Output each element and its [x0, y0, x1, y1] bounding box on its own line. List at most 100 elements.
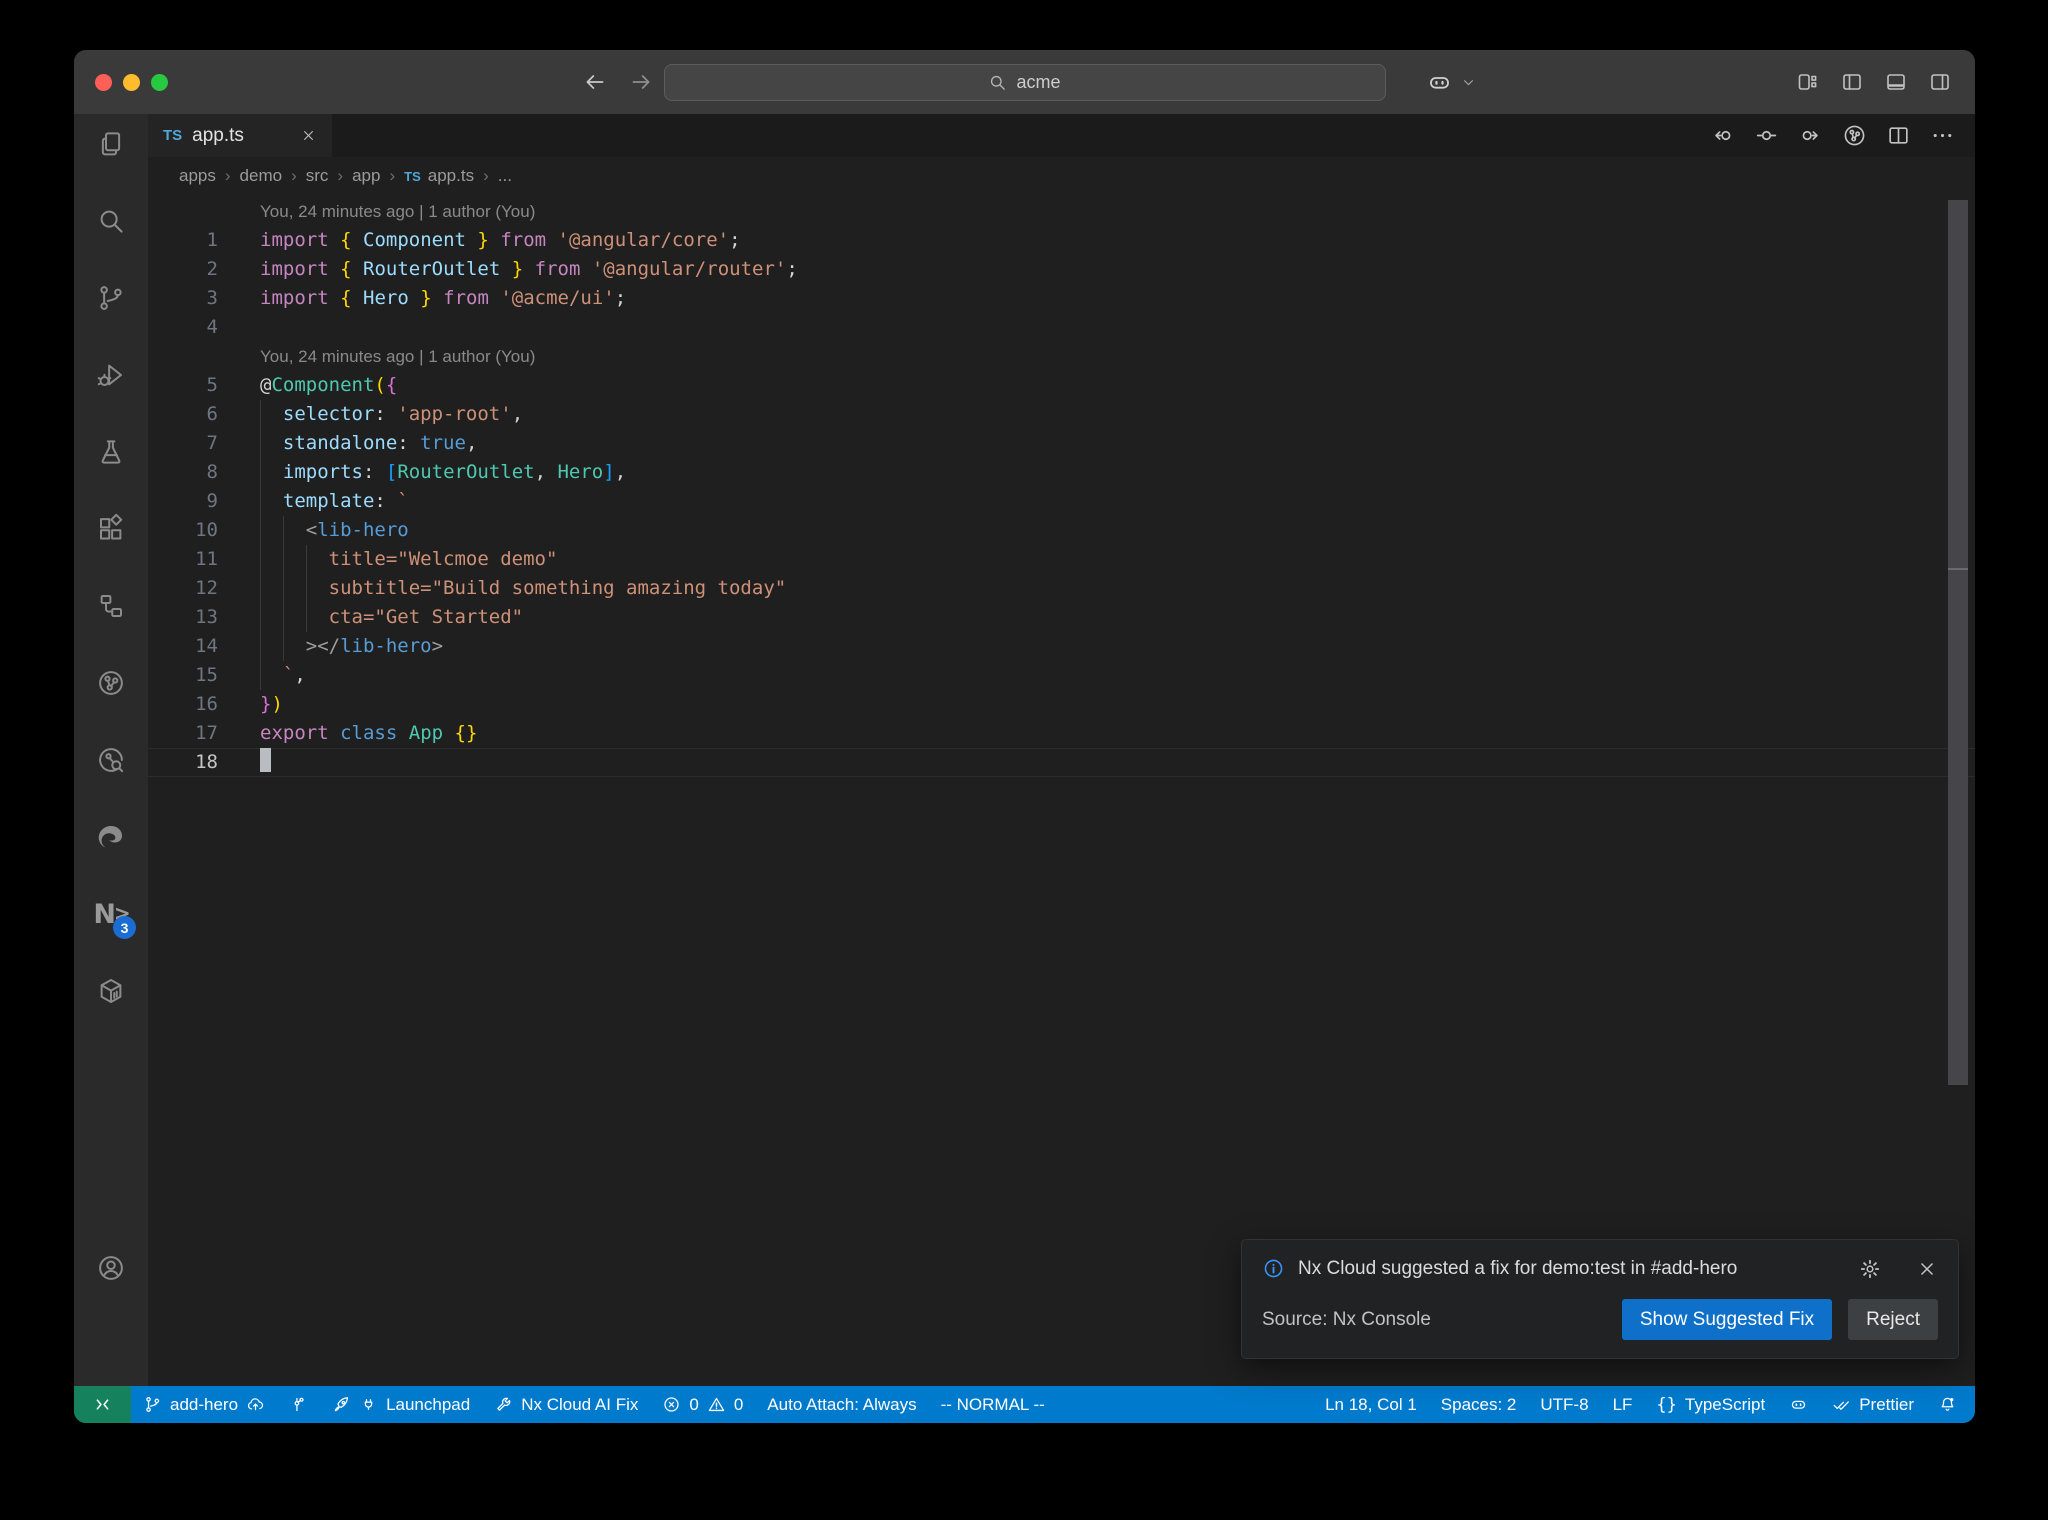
line-number[interactable]: 4 [148, 313, 218, 342]
code-text: standalone: true, [282, 432, 478, 454]
line-number[interactable]: 9 [148, 487, 218, 516]
close-window-button[interactable] [95, 73, 112, 91]
breadcrumb-item-src[interactable]: src [306, 166, 329, 186]
code-line-12: 12 subtitle="Build something amazing tod… [148, 574, 1975, 603]
activity-project-hierarchy[interactable] [89, 584, 133, 628]
status-encoding[interactable]: UTF-8 [1528, 1386, 1600, 1423]
code-line-14: 14 ></lib-hero> [148, 632, 1975, 661]
status-git-branch[interactable]: add-hero [131, 1386, 277, 1423]
line-number[interactable]: 10 [148, 516, 218, 545]
maximize-window-button[interactable] [151, 73, 168, 91]
line-number[interactable]: 17 [148, 719, 218, 748]
code-text: ></lib-hero> [305, 635, 444, 657]
status-problems[interactable]: 00 [650, 1386, 755, 1423]
activity-account[interactable] [89, 1246, 133, 1290]
breadcrumb-item-app[interactable]: app [352, 166, 380, 186]
code-line-15: 15 `, [148, 661, 1975, 690]
activity-package-explorer[interactable] [89, 969, 133, 1013]
breadcrumb-item-demo[interactable]: demo [240, 166, 283, 186]
toggle-blame-annotations-button[interactable] [1754, 123, 1779, 148]
line-number[interactable]: 1 [148, 226, 218, 255]
code-text: @Component({ [260, 374, 398, 396]
show-suggested-fix-button[interactable]: Show Suggested Fix [1621, 1299, 1833, 1340]
line-number[interactable]: 18 [148, 748, 218, 777]
status-indentation-label: Spaces: 2 [1440, 1394, 1517, 1414]
status-indentation[interactable]: Spaces: 2 [1429, 1386, 1529, 1423]
breadcrumb-item--[interactable]: ... [498, 166, 512, 186]
git-graph-button[interactable] [1842, 123, 1867, 148]
titlebar: acme [74, 50, 1975, 114]
status-auto-attach[interactable]: Auto Attach: Always [755, 1386, 928, 1423]
toggle-secondary-sidebar-button[interactable] [1928, 70, 1952, 94]
command-center-search[interactable]: acme [663, 64, 1386, 101]
close-tab-icon[interactable] [300, 127, 317, 144]
activity-search[interactable] [89, 199, 133, 243]
code-text: `, [282, 664, 306, 686]
minimize-window-button[interactable] [123, 73, 140, 91]
git-graph-circle-icon [96, 668, 126, 698]
activity-git-history[interactable] [89, 738, 133, 782]
line-number[interactable]: 7 [148, 429, 218, 458]
activity-edge-tools[interactable] [89, 815, 133, 859]
line-number[interactable]: 2 [148, 255, 218, 284]
line-number[interactable]: 3 [148, 284, 218, 313]
status-launchpad[interactable]: Launchpad [320, 1386, 482, 1423]
check-double-icon [1832, 1395, 1851, 1414]
code-text: }) [260, 693, 283, 715]
activity-settings[interactable] [89, 1323, 133, 1367]
line-number[interactable]: 16 [148, 690, 218, 719]
status-eol[interactable]: LF [1601, 1386, 1645, 1423]
copilot-menu-button[interactable] [1426, 50, 1477, 114]
status-prettier[interactable]: Prettier [1820, 1386, 1926, 1423]
navigate-forward-button[interactable] [628, 69, 654, 95]
status-language-mode[interactable]: {} TypeScript [1644, 1386, 1777, 1423]
status-remote-indicator[interactable] [74, 1386, 131, 1423]
status-vim-mode[interactable]: -- NORMAL -- [929, 1386, 1057, 1423]
split-editor-button[interactable] [1886, 123, 1911, 148]
status-notifications-bell[interactable] [1926, 1386, 1969, 1423]
status-git-branch-label: add-hero [170, 1394, 239, 1414]
toggle-primary-sidebar-button[interactable] [1840, 70, 1864, 94]
activity-explorer[interactable] [89, 122, 133, 166]
status-commit-graph[interactable] [277, 1386, 320, 1423]
breadcrumb-item-app-ts[interactable]: TS app.ts [404, 166, 474, 186]
activity-git-graph-circle[interactable] [89, 661, 133, 705]
line-number[interactable]: 5 [148, 371, 218, 400]
copilot-icon [1789, 1395, 1808, 1414]
editor-code-area[interactable]: You, 24 minutes ago | 1 author (You) 1 imp… [148, 195, 1975, 1386]
code-text: export class App {} [260, 722, 478, 744]
activity-testing[interactable] [89, 430, 133, 474]
reject-button[interactable]: Reject [1848, 1299, 1938, 1340]
line-number[interactable]: 13 [148, 603, 218, 632]
activity-nx-console[interactable]: N> 3 [89, 892, 136, 939]
code-line-6: 6 selector: 'app-root', [148, 400, 1975, 429]
activity-source-control[interactable] [89, 276, 133, 320]
navigate-back-button[interactable] [582, 69, 608, 95]
previous-change-button[interactable] [1710, 123, 1735, 148]
line-number[interactable]: 15 [148, 661, 218, 690]
tab-app-ts[interactable]: TS app.ts [148, 114, 332, 157]
next-change-button[interactable] [1798, 123, 1823, 148]
more-actions-button[interactable] [1930, 123, 1955, 148]
line-number[interactable]: 6 [148, 400, 218, 429]
breadcrumb-separator: › [291, 166, 297, 185]
line-number[interactable]: 11 [148, 545, 218, 574]
activity-extensions[interactable] [89, 507, 133, 551]
line-number[interactable]: 8 [148, 458, 218, 487]
status-nx-cloud-ai-fix[interactable]: Nx Cloud AI Fix [482, 1386, 650, 1423]
status-cursor-position[interactable]: Ln 18, Col 1 [1313, 1386, 1429, 1423]
code-text: cta="Get Started" [260, 606, 524, 628]
activity-run-debug[interactable] [89, 353, 133, 397]
toggle-panel-button[interactable] [1884, 70, 1908, 94]
breadcrumb-item-apps[interactable]: apps [179, 166, 216, 186]
notification-settings-icon[interactable] [1859, 1258, 1881, 1280]
line-number[interactable]: 14 [148, 632, 218, 661]
customize-layout-button[interactable] [1796, 70, 1820, 94]
editor-scrollbar[interactable] [1948, 200, 1968, 1085]
notification-close-icon[interactable] [1916, 1258, 1938, 1280]
code-text: imports: [RouterOutlet, Hero], [282, 461, 627, 483]
line-number[interactable]: 12 [148, 574, 218, 603]
indent-guide [260, 400, 261, 690]
code-line-10: 10 <lib-hero [148, 516, 1975, 545]
status-copilot[interactable] [1777, 1386, 1820, 1423]
